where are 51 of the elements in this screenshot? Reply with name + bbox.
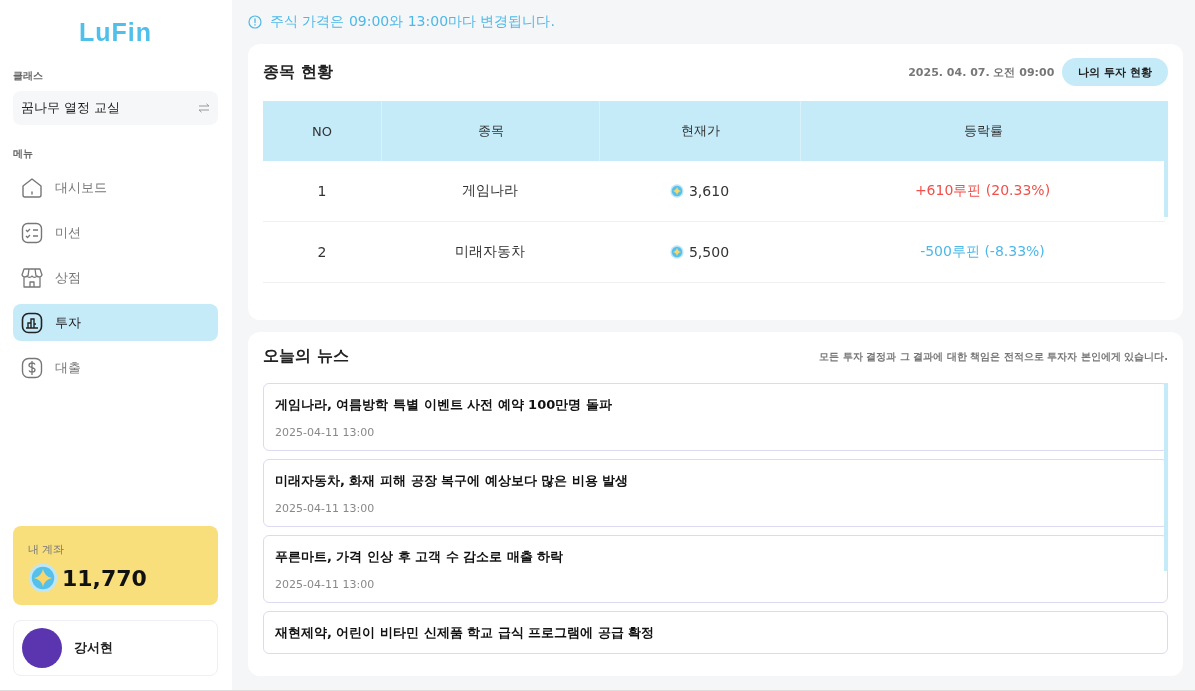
table-cell: 2 [317, 244, 327, 260]
section-label: 메뉴 [13, 147, 34, 161]
notice-text: 주식 가격은 09:00와 13:00마다 변경됩니다. [270, 13, 555, 31]
news-date: 2025-04-11 13:00 [275, 502, 376, 515]
news-card[interactable]: 재현제약, 어린이 비타민 신제품 학교 급식 프로그램에 공급 확정 [263, 611, 1168, 654]
class-selector[interactable]: 꿈나무 열정 교실 [13, 91, 218, 125]
table-cell: +610루핀 (20.33%) [914, 182, 1051, 200]
my-investments-button[interactable]: 나의 투자 현황 [1062, 58, 1168, 86]
checklist-icon [21, 221, 43, 244]
swap-icon [198, 103, 210, 113]
column-header: NO [311, 122, 333, 141]
table-cell: 5,500 [688, 244, 730, 260]
coin-icon [669, 245, 684, 259]
news-headline: 미래자동차, 화재 피해 공장 복구에 예상보다 많은 비용 발생 [275, 472, 630, 490]
table-cell: 3,610 [688, 183, 730, 199]
info-icon [248, 15, 262, 29]
account-label: 내 계좌 [28, 542, 66, 557]
news-date: 2025-04-11 13:00 [275, 426, 376, 439]
scrollbar[interactable] [1164, 383, 1168, 571]
scrollbar[interactable] [1164, 101, 1168, 217]
home-icon [21, 176, 43, 199]
disclaimer: 모든 투자 결정과 그 결과에 대한 책임은 전적으로 투자자 본인에게 있습니다. [819, 349, 1168, 364]
news-headline: 게임나라, 여름방학 특별 이벤트 사전 예약 100만명 돌파 [275, 396, 613, 414]
section-title: 오늘의 뉴스 [263, 346, 349, 367]
account-balance: 11,770 [62, 565, 147, 591]
logo: LuFin [79, 18, 152, 47]
avatar [22, 628, 62, 668]
table-cell: -500루핀 (-8.33%) [920, 243, 1045, 261]
coin-icon [28, 563, 58, 593]
column-header: 현재가 [599, 101, 800, 161]
news-card[interactable]: 푸른마트, 가격 인상 후 고객 수 감소로 매출 하락 2025-04-11 13:00 [263, 535, 1168, 603]
table-cell: 게임나라 [462, 182, 518, 200]
chart-icon [21, 311, 43, 334]
news-headline: 푸른마트, 가격 인상 후 고객 수 감소로 매출 하락 [275, 548, 565, 566]
column-header: 종목 [381, 101, 599, 161]
dollar-icon [21, 356, 43, 379]
section-label: 클래스 [13, 69, 44, 83]
user-name: 강서현 [74, 639, 113, 657]
coin-icon [669, 184, 684, 198]
timestamp: 2025. 04. 07. 오전 09:00 [908, 64, 1055, 80]
menu-item[interactable]: 상점 [13, 259, 218, 296]
menu-item[interactable]: 미션 [13, 214, 218, 251]
section-title: 종목 현황 [263, 61, 333, 83]
store-icon [21, 266, 43, 289]
news-headline: 재현제약, 어린이 비타민 신제품 학교 급식 프로그램에 공급 확정 [275, 624, 656, 642]
menu-item[interactable]: 대시보드 [13, 169, 218, 206]
news-date: 2025-04-11 13:00 [275, 578, 376, 591]
menu-item[interactable]: 투자 [13, 304, 218, 341]
table-cell: 미래자동차 [455, 243, 525, 261]
table-cell: 1 [317, 183, 327, 199]
menu-item[interactable]: 대출 [13, 349, 218, 386]
